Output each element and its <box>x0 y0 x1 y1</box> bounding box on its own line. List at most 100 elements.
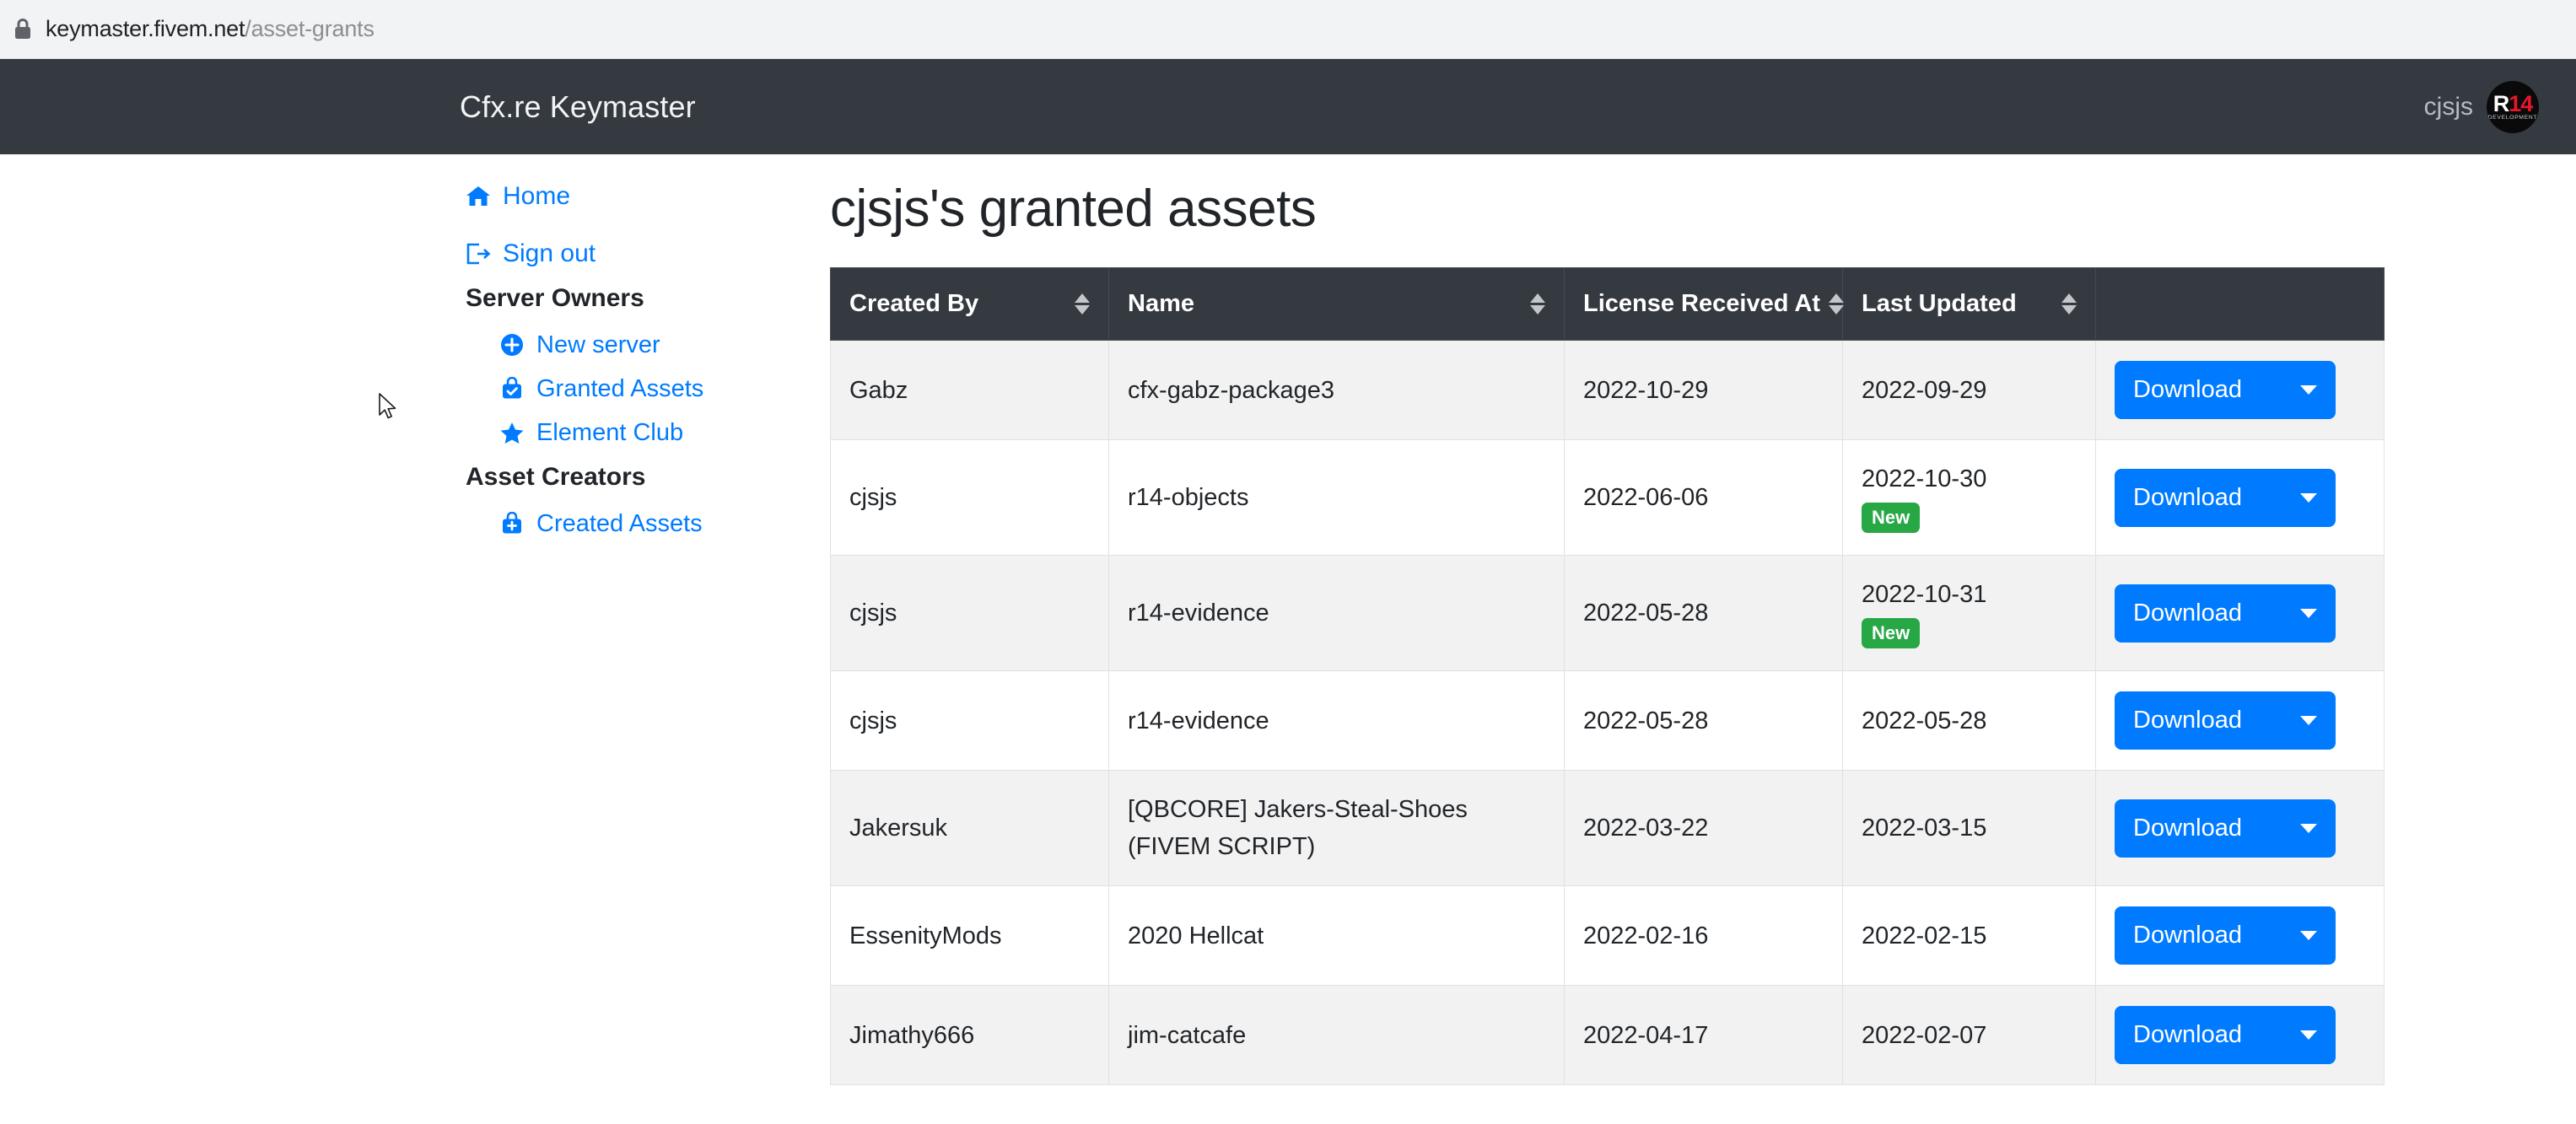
granted-assets-table: Created By Name License Received At Last… <box>830 267 2385 1085</box>
sidebar-item-label: Granted Assets <box>536 375 704 402</box>
lock-icon <box>12 17 34 42</box>
download-button[interactable]: Download <box>2115 361 2336 419</box>
sidebar-item-label: Element Club <box>536 419 684 446</box>
sidebar-item-created-assets[interactable]: Created Assets <box>466 507 744 540</box>
avatar-logo-subtext: DEVELOPMENT <box>2487 114 2538 121</box>
sidebar-item-sign-out[interactable]: Sign out <box>466 237 744 271</box>
sort-icon[interactable] <box>1530 293 1545 315</box>
column-header-last-updated[interactable]: Last Updated <box>1842 267 2096 341</box>
cell-last-updated: 2022-02-15 <box>1842 885 2096 986</box>
cell-action: Download <box>2095 670 2385 771</box>
column-header-label: Name <box>1128 290 1194 317</box>
table-row: Jimathy666 jim-catcafe 2022-04-17 2022-02-0… <box>830 985 2385 1085</box>
url-path: /asset-grants <box>245 16 375 41</box>
plus-circle-icon <box>499 332 525 358</box>
briefcase-check-icon <box>499 376 525 401</box>
table-row: cjsjs r14-evidence 2022-05-28 2022-05-28 Dow… <box>830 670 2385 771</box>
download-button-label: Download <box>2133 922 2242 949</box>
last-updated-date: 2022-10-31 <box>1862 581 1987 608</box>
download-button[interactable]: Download <box>2115 584 2336 643</box>
last-updated-date: 2022-03-15 <box>1862 815 1987 842</box>
cell-last-updated: 2022-02-07 <box>1842 985 2096 1085</box>
sidebar-item-label: Home <box>503 182 571 210</box>
download-button[interactable]: Download <box>2115 691 2336 750</box>
table-header-row: Created By Name License Received At Last… <box>830 267 2385 341</box>
download-button[interactable]: Download <box>2115 468 2336 527</box>
cell-name: r14-objects <box>1108 439 1565 556</box>
cell-last-updated: 2022-05-28 <box>1842 670 2096 771</box>
chevron-down-icon[interactable] <box>2300 931 2317 940</box>
username-label: cjsjs <box>2423 92 2473 121</box>
browser-url-bar[interactable]: keymaster.fivem.net/asset-grants <box>0 0 2576 59</box>
cell-action: Download <box>2095 770 2385 886</box>
table-row: EssenityMods 2020 Hellcat 2022-02-16 2022-0… <box>830 885 2385 986</box>
sign-out-icon <box>466 241 491 266</box>
sidebar-item-element-club[interactable]: Element Club <box>466 416 744 449</box>
sidebar: Home Sign out Server Owners New server G… <box>0 180 795 1085</box>
sidebar-item-granted-assets[interactable]: Granted Assets <box>466 372 744 406</box>
cell-action: Download <box>2095 885 2385 986</box>
column-header-name[interactable]: Name <box>1108 267 1565 341</box>
cell-license-received-at: 2022-04-17 <box>1564 985 1843 1085</box>
sidebar-item-home[interactable]: Home <box>466 180 744 213</box>
sort-icon[interactable] <box>1829 293 1844 315</box>
url-domain: keymaster.fivem.net <box>46 16 245 41</box>
cell-name: cfx-gabz-package3 <box>1108 340 1565 440</box>
cell-last-updated: 2022-10-30 New <box>1842 439 2096 556</box>
top-navbar: Cfx.re Keymaster cjsjs R14 DEVELOPMENT <box>0 59 2576 154</box>
cell-created-by: EssenityMods <box>830 885 1109 986</box>
column-header-license-received-at[interactable]: License Received At <box>1564 267 1844 341</box>
status-badge-new: New <box>1862 618 1921 648</box>
download-button-label: Download <box>2133 599 2242 627</box>
cell-created-by: Jimathy666 <box>830 985 1109 1085</box>
cell-license-received-at: 2022-05-28 <box>1564 555 1843 671</box>
home-icon <box>466 184 491 209</box>
cell-action: Download <box>2095 985 2385 1085</box>
chevron-down-icon[interactable] <box>2300 823 2317 833</box>
sidebar-item-label: New server <box>536 331 660 358</box>
cell-name: r14-evidence <box>1108 555 1565 671</box>
cell-name: r14-evidence <box>1108 670 1565 771</box>
status-badge-new: New <box>1862 503 1921 533</box>
cell-license-received-at: 2022-02-16 <box>1564 885 1843 986</box>
download-button-label: Download <box>2133 814 2242 842</box>
page-title: cjsjs's granted assets <box>830 180 1317 238</box>
column-header-created-by[interactable]: Created By <box>830 267 1109 341</box>
download-button-label: Download <box>2133 483 2242 511</box>
download-button-label: Download <box>2133 376 2242 403</box>
sidebar-heading-asset-creators: Asset Creators <box>466 463 646 491</box>
download-button[interactable]: Download <box>2115 906 2336 965</box>
brand-title[interactable]: Cfx.re Keymaster <box>460 89 696 125</box>
url-text: keymaster.fivem.net/asset-grants <box>46 16 375 42</box>
sort-icon[interactable] <box>1075 293 1090 315</box>
last-updated-date: 2022-02-15 <box>1862 922 1987 949</box>
table-row: Jakersuk [QBCORE] Jakers-Steal-Shoes (FIV… <box>830 770 2385 886</box>
sidebar-item-new-server[interactable]: New server <box>466 328 744 362</box>
download-button[interactable]: Download <box>2115 799 2336 858</box>
chevron-down-icon[interactable] <box>2300 492 2317 503</box>
cell-license-received-at: 2022-03-22 <box>1564 770 1843 886</box>
user-menu[interactable]: cjsjs R14 DEVELOPMENT <box>2423 80 2539 133</box>
cell-license-received-at: 2022-10-29 <box>1564 340 1843 440</box>
sidebar-item-label: Created Assets <box>536 510 703 537</box>
cell-name: [QBCORE] Jakers-Steal-Shoes (FIVEM SCRIP… <box>1108 770 1565 886</box>
cell-created-by: cjsjs <box>830 670 1109 771</box>
cell-created-by: Jakersuk <box>830 770 1109 886</box>
avatar[interactable]: R14 DEVELOPMENT <box>2487 80 2539 133</box>
cell-created-by: Gabz <box>830 340 1109 440</box>
cell-last-updated: 2022-03-15 <box>1842 770 2096 886</box>
chevron-down-icon[interactable] <box>2300 385 2317 395</box>
avatar-logo-text: R14 <box>2492 90 2534 116</box>
column-header-label: License Received At <box>1583 290 1820 317</box>
content-row: Home Sign out Server Owners New server G… <box>0 154 2576 1085</box>
chevron-down-icon[interactable] <box>2300 1030 2317 1040</box>
download-button[interactable]: Download <box>2115 1006 2336 1064</box>
sort-icon[interactable] <box>2061 293 2077 315</box>
cell-last-updated: 2022-10-31 New <box>1842 555 2096 671</box>
chevron-down-icon[interactable] <box>2300 608 2317 618</box>
table-row: Gabz cfx-gabz-package3 2022-10-29 2022-09-2… <box>830 340 2385 440</box>
cell-name: jim-catcafe <box>1108 985 1565 1085</box>
chevron-down-icon[interactable] <box>2300 716 2317 725</box>
page-viewport: Cfx.re Keymaster cjsjs R14 DEVELOPMENT H… <box>0 59 2576 1124</box>
download-button-label: Download <box>2133 1021 2242 1048</box>
